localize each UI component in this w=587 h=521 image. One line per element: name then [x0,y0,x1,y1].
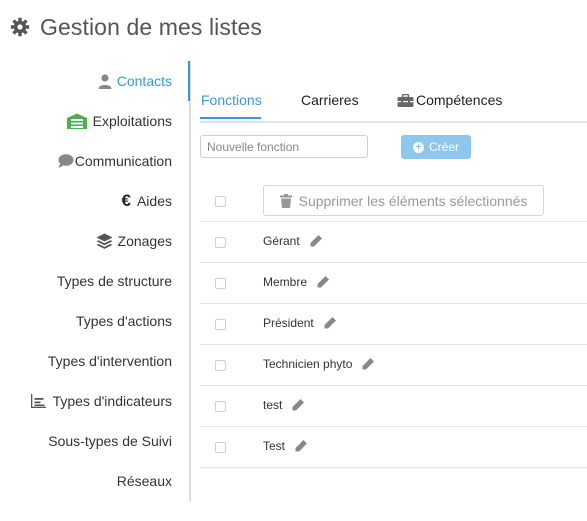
chart-icon [30,394,46,408]
fonction-label: Test [263,439,286,453]
table-header-row: Supprimer les éléments sélectionnés [200,181,587,222]
layers-icon [96,233,113,249]
sidebar-item-exploitations[interactable]: Exploitations [66,101,172,141]
table-row: Membre [200,263,587,304]
user-icon [98,73,112,89]
sidebar-item-label: Zonages [117,233,172,249]
tab-competences[interactable]: Compétences [397,81,502,119]
pencil-icon[interactable] [361,357,375,371]
sidebar-item-communication[interactable]: Communication [58,141,172,181]
sidebar-item-label: Contacts [116,73,172,89]
chat-bubble-icon [58,154,74,168]
tab-label: Fonctions [201,92,262,108]
sidebar-item-types-de-structure[interactable]: Types de structure [57,261,172,301]
tab-bar: Fonctions Carrieres Compétences [200,81,587,123]
sidebar-item-label: Types d'indicateurs [52,393,172,409]
table-row: Gérant [200,222,587,263]
farm-icon [66,113,88,129]
sidebar-item-label: Exploitations [92,113,172,129]
trash-icon [279,193,292,208]
pencil-icon[interactable] [309,234,323,248]
pencil-icon[interactable] [316,275,330,289]
gear-icon [10,17,30,37]
fonction-label: Technicien phyto [263,357,353,371]
select-all-checkbox[interactable] [215,196,226,207]
toolbox-icon [397,93,414,107]
fonction-label: Gérant [263,234,300,248]
pencil-icon[interactable] [323,316,337,330]
row-checkbox[interactable] [215,237,226,248]
row-checkbox[interactable] [215,319,226,330]
create-button-label: Créer [428,140,459,154]
sidebar-item-label: Communication [74,153,172,169]
tab-label: Carrieres [301,92,359,108]
tab-carrieres[interactable]: Carrieres [301,81,359,119]
euro-icon: € [121,191,131,210]
row-checkbox[interactable] [215,360,226,371]
fonction-label: Membre [263,275,308,289]
sidebar-item-label: Types de structure [56,273,172,289]
row-checkbox[interactable] [215,401,226,412]
fonction-label: Président [263,316,314,330]
tab-fonctions[interactable]: Fonctions [201,81,262,119]
sidebar-item-sous-types-de-suivi[interactable]: Sous-types de Suivi [48,421,172,461]
sidebar-item-reseaux[interactable]: Réseaux [117,461,172,501]
page-header: Gestion de mes listes [10,12,262,42]
sidebar-item-label: Aides [136,193,172,209]
pencil-icon[interactable] [294,439,308,453]
sidebar-item-types-d-intervention[interactable]: Types d'intervention [48,341,172,381]
sidebar-item-label: Types d'actions [75,313,172,329]
pencil-icon[interactable] [291,398,305,412]
sidebar-active-indicator [188,61,190,101]
delete-selected-button[interactable]: Supprimer les éléments sélectionnés [263,185,544,216]
sidebar-item-label: Réseaux [116,473,172,489]
create-button[interactable]: + Créer [401,135,471,159]
table-row: Président [200,304,587,345]
table-row: Test [200,427,587,468]
sidebar-item-types-d-indicateurs[interactable]: Types d'indicateurs [30,381,172,421]
nouvelle-fonction-input[interactable] [200,135,368,158]
tab-label: Compétences [416,92,503,108]
row-checkbox[interactable] [215,442,226,453]
plus-circle-icon: + [412,141,424,153]
active-tab-underline [200,117,261,119]
sidebar-item-label: Sous-types de Suivi [48,433,172,449]
fonction-label: test [263,398,283,412]
table-row: Technicien phyto [200,345,587,386]
page-title: Gestion de mes listes [40,13,262,40]
sidebar-item-types-d-actions[interactable]: Types d'actions [76,301,172,341]
row-checkbox[interactable] [215,278,226,289]
sidebar: Contacts Exploitations Communication € A… [0,61,191,501]
sidebar-item-label: Types d'intervention [47,353,172,369]
fonctions-table: Supprimer les éléments sélectionnés Géra… [200,181,587,468]
sidebar-item-aides[interactable]: € Aides [122,181,173,221]
table-row: test [200,386,587,427]
sidebar-item-contacts[interactable]: Contacts [98,61,172,101]
delete-selected-label: Supprimer les éléments sélectionnés [298,192,528,209]
sidebar-item-zonages[interactable]: Zonages [96,221,172,261]
